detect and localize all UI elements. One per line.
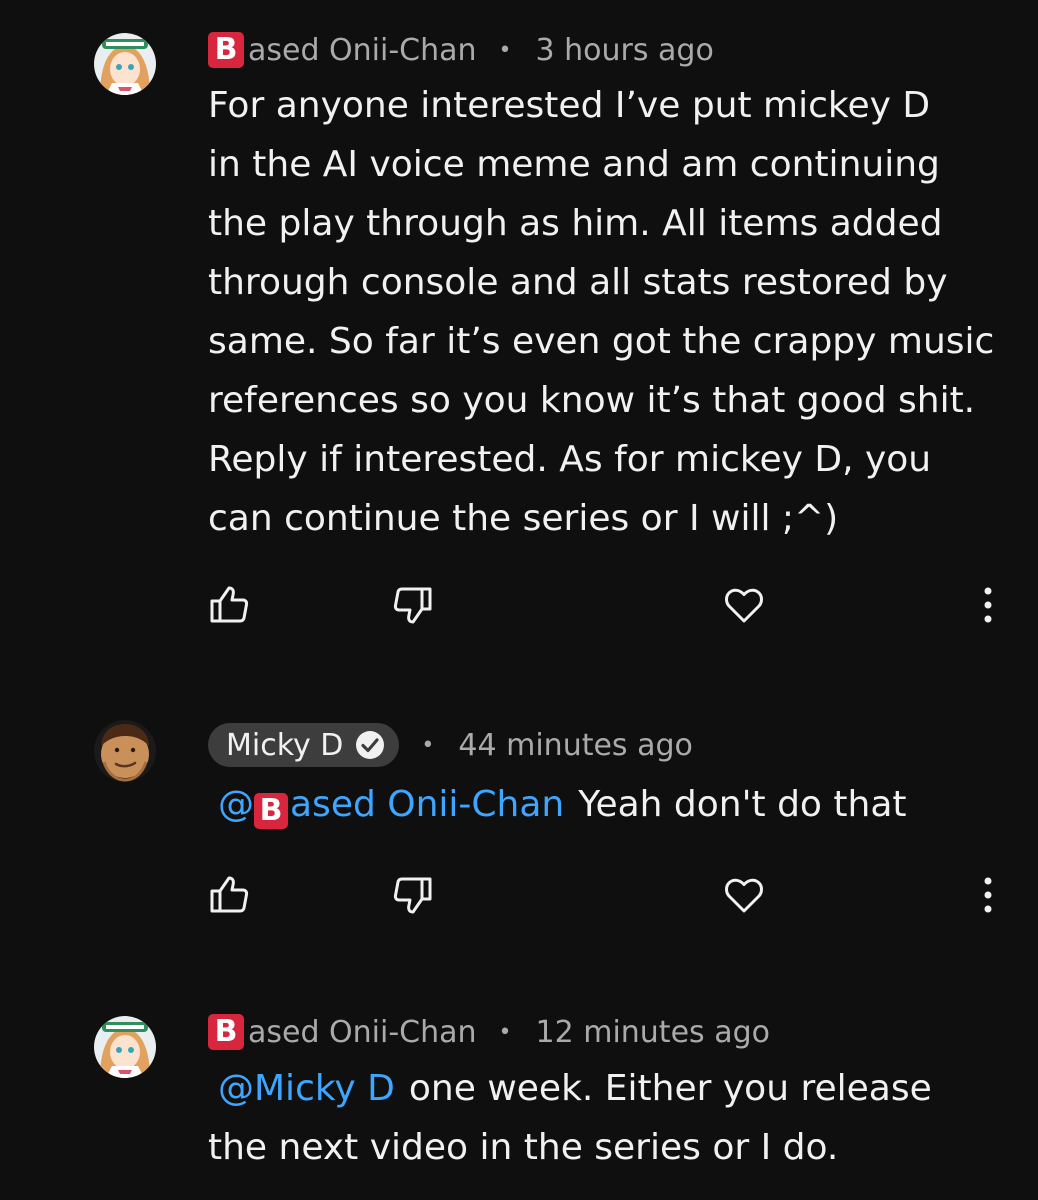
- b-badge-icon: B: [208, 1014, 244, 1050]
- comment-actions: [0, 581, 1038, 629]
- anime-girl-avatar-icon: [94, 33, 156, 95]
- thumbs-down-icon: [393, 587, 432, 624]
- verified-check-icon: [356, 731, 385, 759]
- thumbs-up-icon: [210, 876, 249, 913]
- comment-line: can continue the series or I will ;^): [208, 498, 839, 539]
- creator-name-pill[interactable]: Micky D: [208, 723, 400, 767]
- anime-girl-avatar-icon: [94, 1016, 156, 1078]
- author-name-text: Micky D: [226, 727, 344, 763]
- author-name-text: ased Onii-Chan: [248, 1014, 477, 1050]
- author-name[interactable]: B ased Onii-Chan: [208, 32, 477, 68]
- more-options-button[interactable]: [962, 581, 1010, 629]
- thumbs-down-icon: [393, 877, 432, 914]
- mention-link[interactable]: @Micky D: [218, 1068, 395, 1109]
- more-vert-icon: [984, 877, 992, 913]
- comment-text: one week. Either you release: [408, 1068, 932, 1109]
- comment-header: B ased Onii-Chan • 12 minutes ago: [208, 1010, 770, 1054]
- comment-body: @Micky D one week. Either you release the…: [208, 1059, 1008, 1177]
- comment-line: through console and all stats restored b…: [208, 262, 948, 303]
- more-options-button[interactable]: [962, 871, 1010, 919]
- thumbs-up-icon: [210, 586, 249, 623]
- heart-button[interactable]: [720, 871, 768, 919]
- timestamp[interactable]: 12 minutes ago: [536, 1015, 770, 1050]
- dislike-button[interactable]: [389, 581, 437, 629]
- heart-icon: [725, 588, 763, 623]
- author-name[interactable]: B ased Onii-Chan: [208, 1014, 477, 1050]
- timestamp[interactable]: 44 minutes ago: [458, 728, 692, 763]
- comment-header: Micky D • 44 minutes ago: [208, 722, 693, 768]
- cartoon-face-avatar-icon: [94, 720, 156, 782]
- b-badge-icon: B: [254, 793, 288, 829]
- comment-line: @ Based Onii-Chan Yeah don't do that: [208, 775, 1008, 834]
- comment-header: B ased Onii-Chan • 3 hours ago: [208, 28, 714, 72]
- comment-line: the play through as him. All items added: [208, 203, 943, 244]
- comment-line: in the AI voice meme and am continuing: [208, 144, 940, 185]
- like-button[interactable]: [205, 581, 253, 629]
- mention-name: ased Onii-Chan: [290, 784, 565, 825]
- like-button[interactable]: [205, 871, 253, 919]
- more-vert-icon: [984, 587, 992, 623]
- comment-actions: [0, 871, 1038, 919]
- mention-link[interactable]: @ Based Onii-Chan: [218, 784, 565, 829]
- comment-line: references so you know it’s that good sh…: [208, 380, 976, 421]
- avatar[interactable]: [94, 33, 156, 95]
- comment-line: Reply if interested. As for mickey D, yo…: [208, 439, 932, 480]
- comment-line: the next video in the series or I do.: [208, 1127, 839, 1168]
- dislike-button[interactable]: [389, 871, 437, 919]
- separator-dot: •: [498, 1019, 512, 1045]
- comment-line: @Micky D one week. Either you release: [208, 1059, 1008, 1118]
- comment-body: For anyone interested I’ve put mickey D …: [208, 76, 1008, 548]
- timestamp[interactable]: 3 hours ago: [536, 33, 714, 68]
- avatar[interactable]: [94, 1016, 156, 1078]
- heart-icon: [725, 878, 763, 913]
- heart-button[interactable]: [720, 581, 768, 629]
- comment-line: For anyone interested I’ve put mickey D: [208, 85, 931, 126]
- mention-at: @: [218, 784, 254, 825]
- comment-text: Yeah don't do that: [578, 784, 907, 825]
- comment-line: same. So far it’s even got the crappy mu…: [208, 321, 995, 362]
- b-badge-icon: B: [208, 32, 244, 68]
- separator-dot: •: [421, 732, 435, 758]
- separator-dot: •: [498, 37, 512, 63]
- avatar[interactable]: [94, 720, 156, 782]
- author-name-text: ased Onii-Chan: [248, 32, 477, 68]
- comment-body: @ Based Onii-Chan Yeah don't do that: [208, 775, 1008, 834]
